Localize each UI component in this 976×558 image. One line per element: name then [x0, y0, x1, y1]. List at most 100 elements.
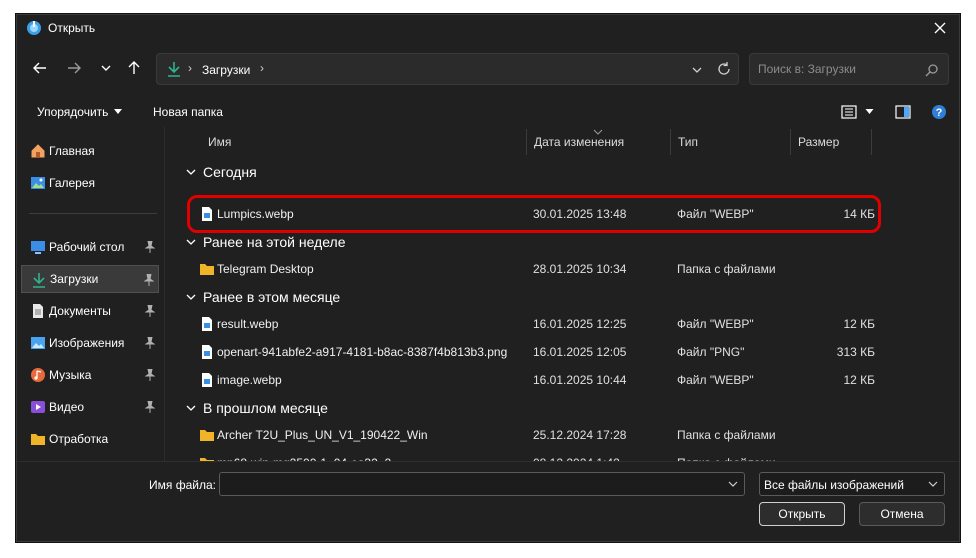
file-list-scrollbar[interactable] — [959, 127, 960, 461]
refresh-icon[interactable] — [716, 61, 732, 77]
pin-icon[interactable] — [145, 369, 155, 381]
group-title: Ранее на этой неделе — [203, 234, 346, 250]
breadcrumb-downloads[interactable]: Загрузки — [202, 63, 250, 77]
sidebar-item-label: Рабочий стол — [49, 240, 125, 254]
home-icon — [31, 144, 45, 158]
close-icon[interactable] — [931, 19, 949, 37]
file-type: Файл "WEBP" — [677, 317, 754, 331]
back-button[interactable] — [29, 57, 51, 79]
caret-down-icon — [114, 109, 123, 114]
organize-button[interactable]: Упорядочить — [37, 105, 123, 119]
folder-icon — [200, 264, 214, 275]
sidebar-item-label: Музыка — [49, 368, 92, 382]
cancel-button[interactable]: Отмена — [859, 502, 945, 526]
sidebar-item-documents[interactable]: Документы — [21, 297, 159, 325]
pin-icon[interactable] — [145, 241, 155, 253]
recent-locations-button[interactable] — [95, 57, 117, 79]
new-folder-label: Новая папка — [153, 105, 223, 119]
new-folder-button[interactable]: Новая папка — [153, 105, 223, 119]
column-header-type[interactable]: Тип — [671, 127, 790, 155]
image-file-icon — [202, 373, 212, 387]
folder-icon — [200, 430, 214, 441]
open-button[interactable]: Открыть — [759, 502, 845, 526]
chevron-down-icon — [186, 405, 196, 411]
search-box[interactable] — [749, 53, 949, 85]
group-title: В прошлом месяце — [203, 400, 328, 416]
sidebar-item-label: Отработка — [49, 432, 109, 446]
sidebar-item-label: Документы — [49, 304, 111, 318]
title-bar: Открыть — [17, 15, 959, 41]
file-size: 313 КБ — [836, 345, 875, 359]
group-header-today[interactable]: Сегодня — [185, 161, 257, 183]
address-bar[interactable]: › Загрузки › — [156, 53, 739, 85]
sidebar-item-downloads[interactable]: Загрузки — [21, 265, 159, 293]
file-name: image.webp — [217, 373, 282, 387]
group-header-last-month[interactable]: В прошлом месяце — [185, 397, 328, 419]
view-options-caret-icon[interactable] — [865, 109, 874, 115]
column-separator[interactable] — [871, 129, 872, 155]
group-title: Сегодня — [203, 164, 257, 180]
sidebar-item-gallery[interactable]: Галерея — [21, 169, 159, 197]
pin-icon[interactable] — [145, 401, 155, 413]
chevron-down-icon — [101, 65, 111, 71]
arrow-left-icon — [33, 62, 46, 74]
file-row[interactable]: result.webp 16.01.2025 12:25 Файл "WEBP"… — [191, 313, 875, 335]
group-title: Ранее в этом месяце — [203, 289, 341, 305]
file-size: 12 КБ — [843, 373, 875, 387]
group-header-earlier-this-month[interactable]: Ранее в этом месяце — [185, 286, 340, 308]
pin-icon[interactable] — [145, 337, 155, 349]
sidebar-item-videos[interactable]: Видео — [21, 393, 159, 421]
sidebar-item-label: Изображения — [49, 336, 125, 350]
help-icon[interactable]: ? — [931, 104, 947, 120]
sidebar-scrollbar[interactable] — [164, 127, 165, 461]
video-icon — [31, 401, 45, 413]
highlight-annotation — [187, 195, 881, 233]
chevron-down-icon — [186, 169, 196, 175]
file-row[interactable]: Archer T2U_Plus_UN_V1_190422_Win 25.12.2… — [191, 424, 875, 446]
sort-indicator-icon — [593, 129, 603, 135]
filename-label: Имя файла: — [149, 478, 216, 492]
pin-icon[interactable] — [145, 305, 155, 317]
sidebar-item-music[interactable]: Музыка — [21, 361, 159, 389]
image-file-icon — [202, 345, 212, 359]
chevron-down-icon[interactable] — [690, 63, 704, 77]
search-input[interactable] — [758, 62, 918, 76]
sidebar-item-label: Галерея — [49, 176, 96, 190]
command-bar: Упорядочить Новая папка ? — [17, 99, 959, 127]
open-file-dialog: Открыть › Загрузки › Поиск в: Загрузки У… — [16, 14, 960, 542]
file-type: Папка с файлами — [677, 262, 776, 276]
search-icon — [925, 64, 938, 77]
music-icon — [31, 368, 45, 382]
pin-icon[interactable] — [144, 274, 154, 286]
file-row[interactable]: openart-941abfe2-a917-4181-b8ac-8387f4b8… — [191, 341, 875, 363]
organize-label: Упорядочить — [37, 105, 109, 119]
sidebar-item-otrabotka[interactable]: Отработка — [21, 425, 159, 453]
arrow-up-icon — [128, 61, 140, 74]
group-header-earlier-this-week[interactable]: Ранее на этой неделе — [185, 231, 346, 253]
up-button[interactable] — [123, 57, 145, 79]
app-icon — [27, 21, 41, 35]
sidebar-item-home[interactable]: Главная — [21, 137, 159, 165]
filename-input[interactable] — [226, 477, 716, 491]
file-list: Имя Дата изменения Тип Размер Сегодня Lu… — [177, 127, 960, 470]
filename-combobox[interactable] — [219, 472, 745, 496]
forward-button[interactable] — [63, 57, 85, 79]
file-name: Archer T2U_Plus_UN_V1_190422_Win — [217, 428, 428, 442]
sidebar-item-label: Загрузки — [50, 272, 99, 286]
sidebar-item-desktop[interactable]: Рабочий стол — [21, 233, 159, 261]
file-type-filter-value: Все файлы изображений — [764, 478, 904, 492]
breadcrumb-separator-icon[interactable]: › — [260, 61, 264, 75]
file-type-filter[interactable]: Все файлы изображений — [759, 472, 945, 496]
preview-pane-icon[interactable] — [895, 104, 911, 120]
column-header-name[interactable]: Имя — [201, 127, 527, 155]
column-header-size[interactable]: Размер — [791, 127, 871, 155]
dialog-footer: Имя файла: Все файлы изображений Открыть… — [17, 461, 959, 541]
file-name: openart-941abfe2-a917-4181-b8ac-8387f4b8… — [217, 345, 508, 359]
arrow-right-icon — [68, 62, 81, 74]
sidebar-item-pictures[interactable]: Изображения — [21, 329, 159, 357]
chevron-down-icon[interactable] — [728, 480, 738, 488]
file-row[interactable]: image.webp 16.01.2025 10:44 Файл "WEBP" … — [191, 369, 875, 391]
file-row[interactable]: Telegram Desktop 28.01.2025 10:34 Папка … — [191, 258, 875, 280]
view-list-icon[interactable] — [841, 104, 857, 120]
window-title: Открыть — [48, 21, 96, 35]
